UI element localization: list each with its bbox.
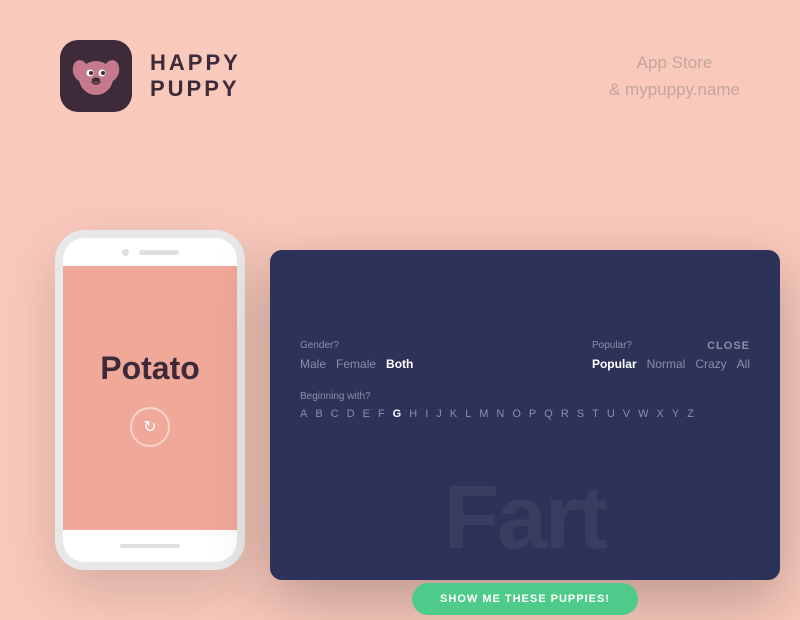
close-button[interactable]: CLOSE xyxy=(707,340,750,352)
gender-female[interactable]: Female xyxy=(336,357,376,371)
alpha-i[interactable]: I xyxy=(425,408,428,420)
gender-both[interactable]: Both xyxy=(386,357,413,371)
alpha-t[interactable]: T xyxy=(592,408,599,420)
alpha-h[interactable]: H xyxy=(409,408,417,420)
gender-options: Male Female Both xyxy=(300,357,413,371)
alpha-d[interactable]: D xyxy=(347,408,355,420)
alpha-l[interactable]: L xyxy=(465,408,471,420)
popular-all[interactable]: All xyxy=(737,357,750,371)
alpha-q[interactable]: Q xyxy=(544,408,553,420)
show-puppies-button[interactable]: SHOW ME THESE PUPPIES! xyxy=(412,583,638,615)
laptop-screen-content: CLOSE Fart Gender? Male Female Both Popu… xyxy=(300,340,750,620)
alpha-a[interactable]: A xyxy=(300,408,307,420)
app-logo-icon xyxy=(60,40,132,112)
alpha-n[interactable]: N xyxy=(496,408,504,420)
alpha-s[interactable]: S xyxy=(577,408,584,420)
phone-speaker xyxy=(139,250,179,255)
app-store-line1: App Store xyxy=(609,49,740,76)
beginning-label: Beginning with? xyxy=(300,391,750,402)
puppy-face-svg xyxy=(71,51,121,101)
alpha-j[interactable]: J xyxy=(436,408,442,420)
alpha-k[interactable]: K xyxy=(450,408,457,420)
alpha-g[interactable]: G xyxy=(393,408,402,420)
alpha-u[interactable]: U xyxy=(607,408,615,420)
refresh-button[interactable]: ↻ xyxy=(130,407,170,447)
phone-camera xyxy=(122,249,129,256)
alphabet-row: ABCDEFGHIJKLMNOPQRSTUVWXYZ xyxy=(300,408,750,420)
alpha-r[interactable]: R xyxy=(561,408,569,420)
popular-popular[interactable]: Popular xyxy=(592,357,637,371)
dog-name: Potato xyxy=(100,350,200,387)
popular-normal[interactable]: Normal xyxy=(647,357,686,371)
popular-options: Popular Normal Crazy All xyxy=(592,357,750,371)
phone-top-bar xyxy=(63,238,237,266)
background-word: Fart xyxy=(444,467,606,570)
alpha-e[interactable]: E xyxy=(363,408,370,420)
alphabet-section: Beginning with? ABCDEFGHIJKLMNOPQRSTUVWX… xyxy=(300,391,750,420)
phone-screen: Potato ↻ xyxy=(63,266,237,530)
logo-line1: HAPPY xyxy=(150,50,241,76)
laptop-mockup: CLOSE Fart Gender? Male Female Both Popu… xyxy=(270,250,780,580)
alpha-c[interactable]: C xyxy=(331,408,339,420)
alpha-m[interactable]: M xyxy=(479,408,488,420)
phone-bottom-bar xyxy=(63,530,237,562)
logo-line2: PUPPY xyxy=(150,76,241,102)
alpha-w[interactable]: W xyxy=(638,408,648,420)
refresh-icon: ↻ xyxy=(143,417,156,437)
home-indicator xyxy=(120,544,180,548)
app-store-info: App Store & mypuppy.name xyxy=(609,49,740,103)
phone-mockup: Potato ↻ xyxy=(55,230,245,570)
alpha-y[interactable]: Y xyxy=(672,408,679,420)
alpha-v[interactable]: V xyxy=(623,408,630,420)
filter-section: Gender? Male Female Both Popular? Popula… xyxy=(300,340,750,371)
alpha-f[interactable]: F xyxy=(378,408,385,420)
gender-male[interactable]: Male xyxy=(300,357,326,371)
alpha-o[interactable]: O xyxy=(512,408,521,420)
alpha-x[interactable]: X xyxy=(657,408,664,420)
gender-filter-group: Gender? Male Female Both xyxy=(300,340,413,371)
logo-text: HAPPY PUPPY xyxy=(150,50,241,103)
logo-area: HAPPY PUPPY xyxy=(60,40,241,112)
popular-crazy[interactable]: Crazy xyxy=(695,357,726,371)
alpha-p[interactable]: P xyxy=(529,408,536,420)
alpha-z[interactable]: Z xyxy=(687,408,694,420)
gender-label: Gender? xyxy=(300,340,413,351)
header: HAPPY PUPPY App Store & mypuppy.name xyxy=(0,0,800,112)
app-store-line2: & mypuppy.name xyxy=(609,76,740,103)
alpha-b[interactable]: B xyxy=(315,408,322,420)
